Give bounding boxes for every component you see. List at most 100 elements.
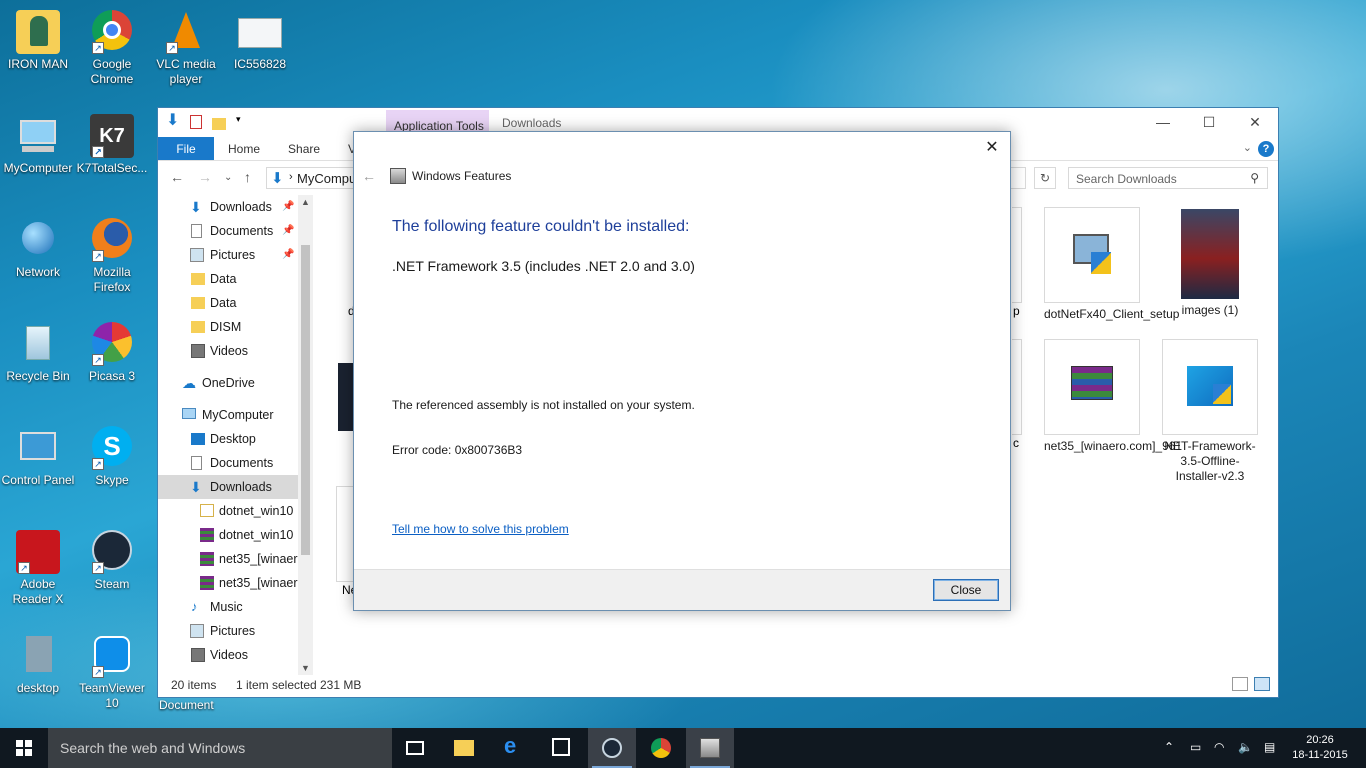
- back-arrow-icon[interactable]: ←: [170, 169, 184, 185]
- desktop-icon-ic556828[interactable]: IC556828: [222, 10, 298, 72]
- new-folder-icon[interactable]: [212, 117, 226, 130]
- battery-icon[interactable]: ▭: [1190, 740, 1201, 754]
- recent-locations-chevron-icon[interactable]: ⌄: [224, 172, 232, 183]
- taskbar-chrome[interactable]: [637, 728, 685, 768]
- nav-label: Documents: [210, 224, 274, 238]
- nav-item-documents[interactable]: Documents: [158, 451, 313, 475]
- desktop-icon-iron-man[interactable]: IRON MAN: [0, 10, 76, 72]
- dialog-footer: Close: [354, 569, 1010, 610]
- navigation-pane: ⬇ Downloads 📌 Documents 📌 Pictures 📌 Data Da…: [158, 195, 313, 675]
- volume-icon[interactable]: 🔈: [1238, 740, 1253, 754]
- taskbar-store[interactable]: [538, 728, 586, 768]
- taskbar-edge[interactable]: e: [490, 728, 538, 768]
- desktop-icon-label: IC556828: [233, 57, 287, 71]
- minimize-button[interactable]: —: [1140, 108, 1186, 137]
- nav-item-downloads[interactable]: ⬇ Downloads: [158, 475, 313, 499]
- desktop-icon-label: Google Chrome: [90, 57, 134, 86]
- close-button[interactable]: ✕: [1232, 108, 1278, 137]
- selection-count: 1 item selected: [236, 678, 317, 692]
- back-arrow-icon[interactable]: ←: [362, 168, 376, 184]
- help-link[interactable]: Tell me how to solve this problem: [392, 522, 569, 536]
- tab-file[interactable]: File: [158, 137, 214, 160]
- desktop-icon-picasa[interactable]: ↗ Picasa 3: [74, 322, 150, 384]
- large-icons-view-icon[interactable]: [1254, 677, 1270, 691]
- nav-item-onedrive[interactable]: ☁ OneDrive: [158, 371, 313, 395]
- nav-item-mycomputer[interactable]: MyComputer: [158, 403, 313, 427]
- nav-item-dotnet-win10-folder[interactable]: dotnet_win10: [158, 499, 313, 523]
- pin-icon[interactable]: 📌: [282, 195, 294, 219]
- taskbar-file-explorer[interactable]: [440, 728, 488, 768]
- help-icon[interactable]: ?: [1258, 141, 1274, 157]
- desktop-icon-label: VLC media player: [156, 57, 216, 86]
- clock[interactable]: 20:26 18-11-2015: [1290, 733, 1350, 763]
- desktop-icon-teamviewer[interactable]: ↗ TeamViewer 10: [74, 634, 150, 711]
- scroll-up-icon[interactable]: ▲: [301, 197, 310, 207]
- taskbar-windows-features[interactable]: [686, 728, 734, 768]
- pin-icon[interactable]: 📌: [282, 243, 294, 267]
- shortcut-arrow-icon: ↗: [92, 354, 104, 366]
- desktop-icon-network[interactable]: Network: [0, 218, 76, 280]
- nav-item-data-2[interactable]: Data: [158, 291, 313, 315]
- tab-share[interactable]: Share: [274, 137, 334, 160]
- desktop-icon-chrome[interactable]: ↗ Google Chrome: [74, 10, 150, 87]
- image-thumbnail: [1181, 209, 1239, 299]
- action-center-icon[interactable]: ▤: [1264, 740, 1275, 754]
- nav-item-dotnet-win10-archive[interactable]: dotnet_win10: [158, 523, 313, 547]
- nav-item-pictures-quick[interactable]: Pictures 📌: [158, 243, 313, 267]
- maximize-button[interactable]: ☐: [1186, 108, 1232, 137]
- wifi-icon[interactable]: ◠: [1214, 740, 1224, 754]
- desktop-icon-skype[interactable]: S ↗ Skype: [74, 426, 150, 488]
- taskbar-steam[interactable]: [588, 728, 636, 768]
- nav-item-net35-1[interactable]: net35_[winaero: [158, 547, 313, 571]
- desktop-icon-vlc[interactable]: ↗ VLC media player: [148, 10, 224, 87]
- file-tile-dotnetfx40[interactable]: dotNetFx40_Client_setup: [1044, 207, 1179, 322]
- start-button[interactable]: [0, 728, 48, 768]
- search-input[interactable]: Search Downloads ⚲: [1068, 167, 1268, 189]
- document-icon: [191, 224, 202, 238]
- nav-item-documents-quick[interactable]: Documents 📌: [158, 219, 313, 243]
- nav-item-data-1[interactable]: Data: [158, 267, 313, 291]
- forward-arrow-icon[interactable]: →: [198, 169, 212, 185]
- desktop-icon-adobe-reader[interactable]: ↗ Adobe Reader X: [0, 530, 76, 607]
- file-tile-images-1[interactable]: images (1): [1162, 207, 1258, 318]
- up-arrow-icon[interactable]: ↑: [244, 169, 251, 185]
- properties-icon[interactable]: [190, 115, 202, 129]
- dialog-header: Windows Features: [390, 168, 511, 184]
- desktop-icon-recycle-bin[interactable]: Recycle Bin: [0, 322, 76, 384]
- nav-scrollbar[interactable]: ▲ ▼: [298, 195, 313, 675]
- refresh-button[interactable]: ↻: [1034, 167, 1056, 189]
- desktop-icon-control-panel[interactable]: Control Panel: [0, 426, 76, 488]
- nav-item-net35-2[interactable]: net35_[winaero: [158, 571, 313, 595]
- scroll-down-icon[interactable]: ▼: [301, 663, 310, 673]
- customize-toolbar-icon[interactable]: ▾: [236, 114, 244, 130]
- tray-overflow-chevron-icon[interactable]: ⌃: [1164, 740, 1174, 754]
- file-tile-net-framework-installer[interactable]: NET-Framework-3.5-Offline-Installer-v2.3: [1162, 339, 1258, 484]
- nav-item-videos-quick[interactable]: Videos: [158, 339, 313, 363]
- nav-item-videos[interactable]: Videos: [158, 643, 313, 667]
- nav-item-downloads-quick[interactable]: ⬇ Downloads 📌: [158, 195, 313, 219]
- desktop-icon-label: K7TotalSec...: [76, 161, 148, 175]
- close-dialog-button[interactable]: Close: [933, 579, 999, 601]
- dialog-close-icon[interactable]: ✕: [982, 137, 1002, 157]
- scrollbar-thumb[interactable]: [301, 245, 310, 555]
- nav-item-desktop[interactable]: Desktop: [158, 427, 313, 451]
- expand-ribbon-icon[interactable]: ⌄: [1243, 141, 1252, 154]
- download-arrow-icon[interactable]: ⬇: [166, 113, 180, 130]
- tab-home[interactable]: Home: [214, 137, 274, 160]
- task-view-button[interactable]: [392, 728, 440, 768]
- nav-item-dism[interactable]: DISM: [158, 315, 313, 339]
- desktop-icon-desktop[interactable]: desktop: [0, 634, 76, 696]
- desktop-icon-steam[interactable]: ↗ Steam: [74, 530, 150, 592]
- desktop-icon-firefox[interactable]: ↗ Mozilla Firefox: [74, 218, 150, 295]
- file-tile-net35-winaero[interactable]: net35_[winaero.com]_961: [1044, 339, 1182, 454]
- pin-icon[interactable]: 📌: [282, 219, 294, 243]
- desktop-icon-label: Network: [15, 265, 60, 279]
- network-globe-icon: [16, 218, 60, 262]
- desktop-icon-mycomputer[interactable]: MyComputer: [0, 114, 76, 176]
- details-view-icon[interactable]: [1232, 677, 1248, 691]
- nav-item-music[interactable]: ♪ Music: [158, 595, 313, 619]
- video-icon: [191, 344, 205, 358]
- desktop-icon-k7[interactable]: K7 ↗ K7TotalSec...: [74, 114, 150, 176]
- taskbar-search-input[interactable]: Search the web and Windows: [48, 728, 392, 768]
- nav-item-pictures[interactable]: Pictures: [158, 619, 313, 643]
